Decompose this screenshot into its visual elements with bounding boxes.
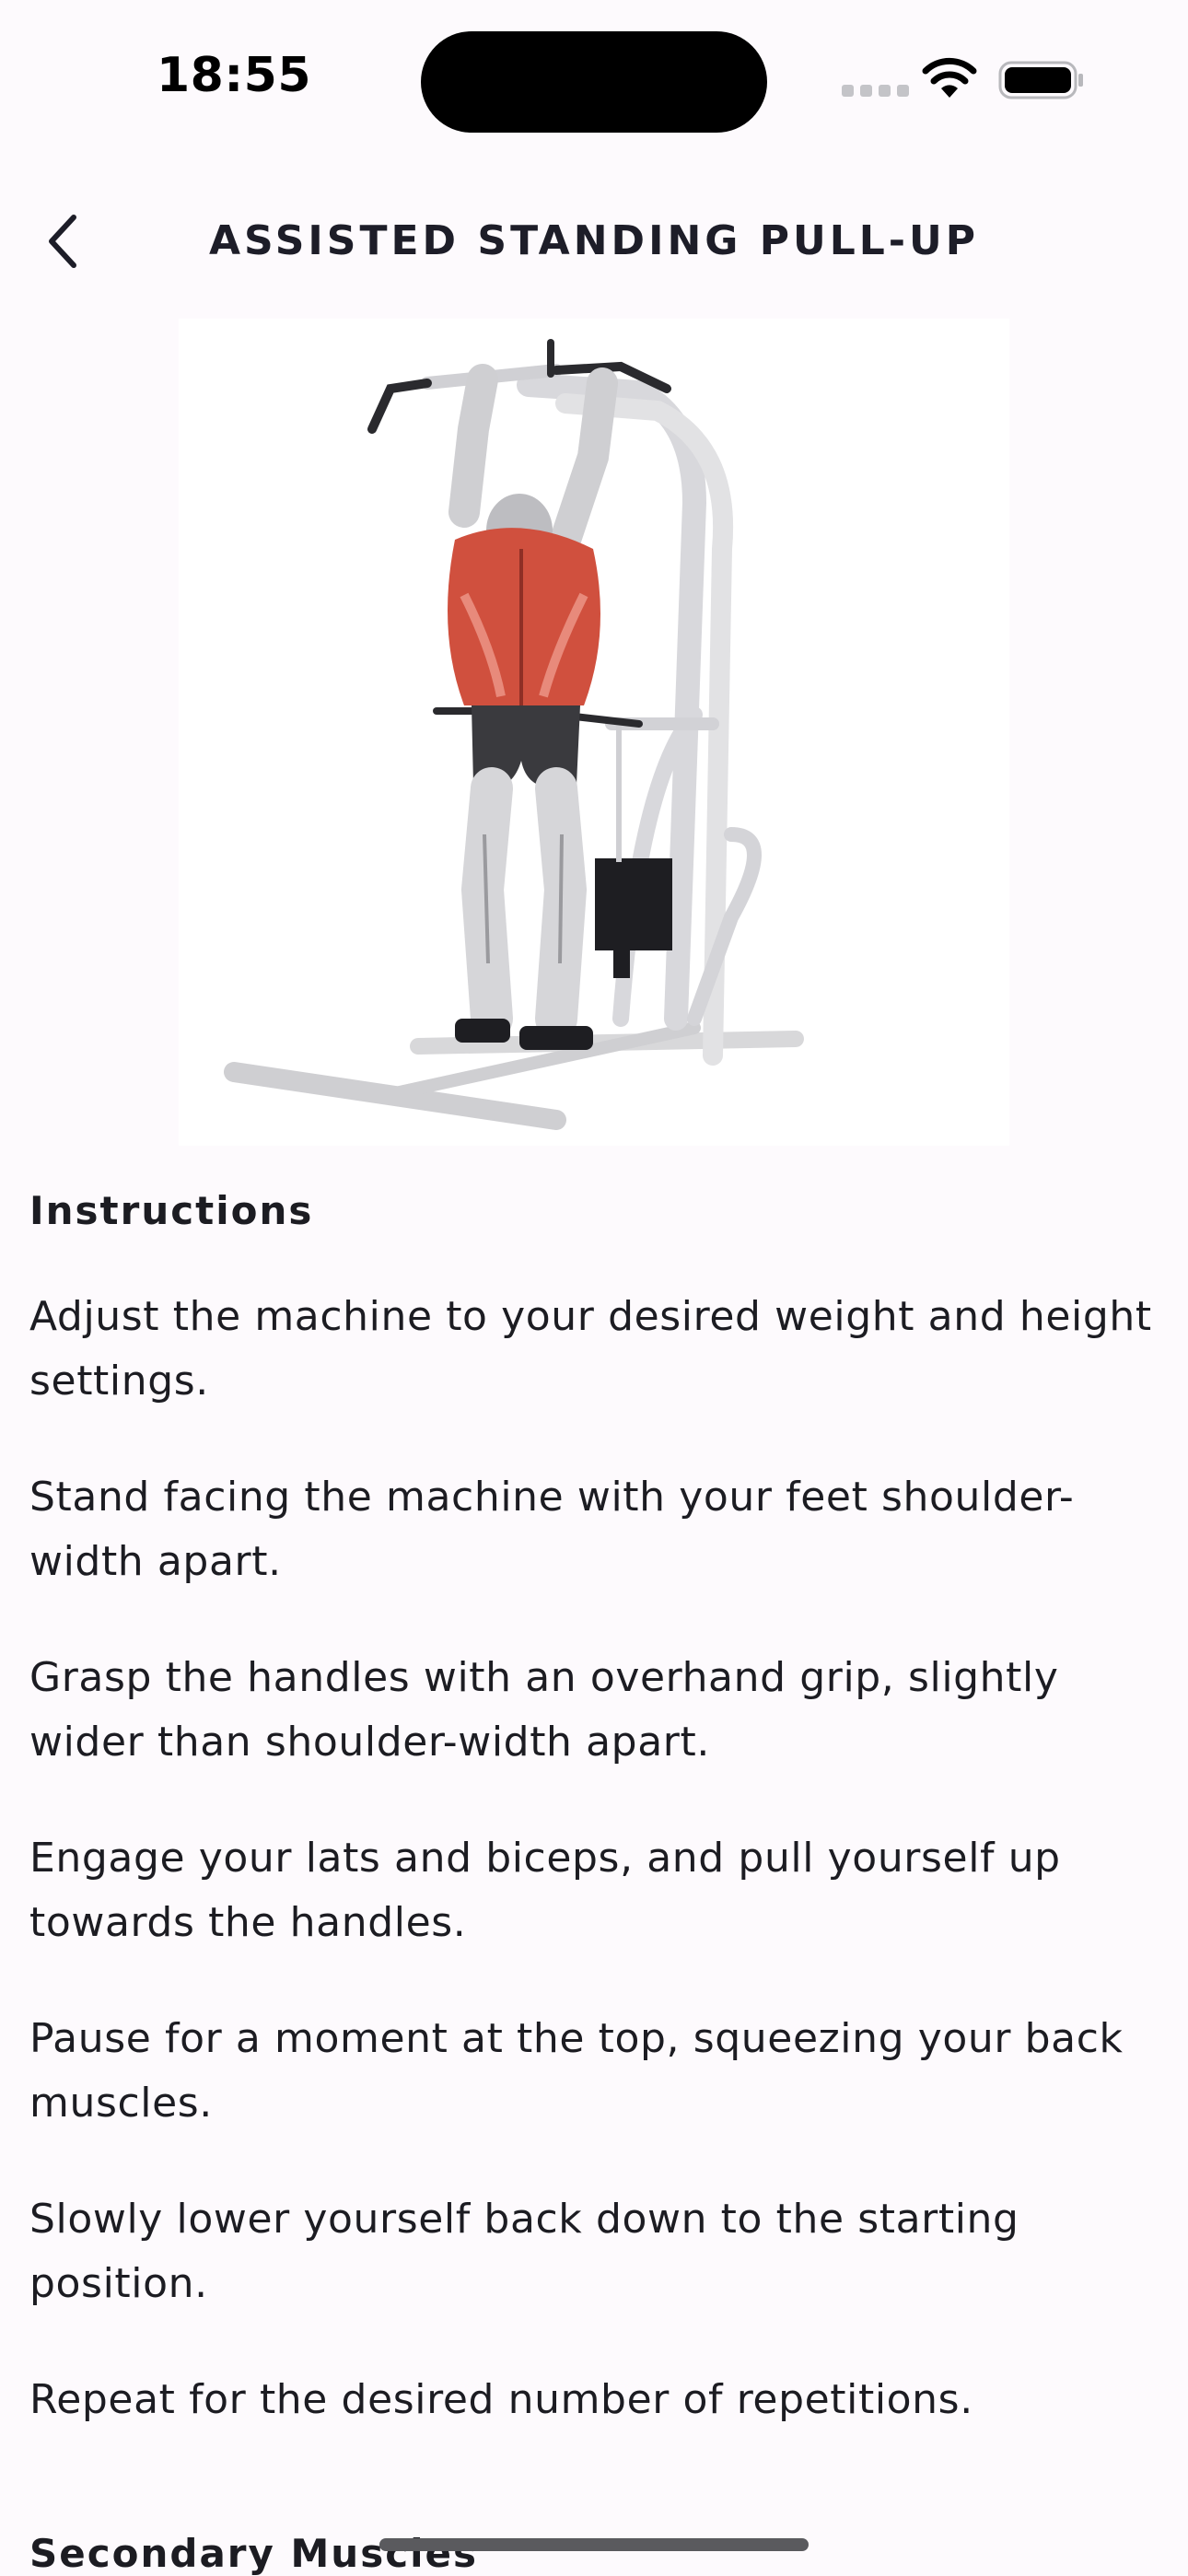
cellular-signal-icon [842, 85, 909, 97]
instruction-step: Stand facing the machine with your feet … [29, 1474, 1075, 1585]
instruction-step: Repeat for the desired number of repetit… [29, 2376, 973, 2423]
page-title: ASSISTED STANDING PULL-UP [208, 217, 980, 264]
wifi-icon [922, 57, 977, 98]
exercise-illustration [179, 319, 1009, 1146]
instruction-step: Engage your lats and biceps, and pull yo… [29, 1835, 1061, 1946]
battery-icon [998, 61, 1083, 99]
instruction-step: Slowly lower yourself back down to the s… [29, 2196, 1019, 2307]
instructions-section: Instructions Adjust the machine to your … [29, 1188, 1164, 2432]
instruction-step: Pause for a moment at the top, squeezing… [29, 2015, 1124, 2127]
instruction-step: Adjust the machine to your desired weigh… [29, 1293, 1152, 1405]
dynamic-island [421, 31, 767, 133]
back-button[interactable] [28, 206, 98, 276]
instructions-heading: Instructions [29, 1188, 314, 1233]
instruction-step: Grasp the handles with an overhand grip,… [29, 1654, 1059, 1766]
nav-header: ASSISTED STANDING PULL-UP [0, 184, 1188, 298]
status-bar: 18:55 [0, 0, 1188, 157]
status-time: 18:55 [157, 48, 312, 103]
chevron-left-icon [49, 215, 76, 268]
home-indicator[interactable] [379, 2538, 809, 2551]
